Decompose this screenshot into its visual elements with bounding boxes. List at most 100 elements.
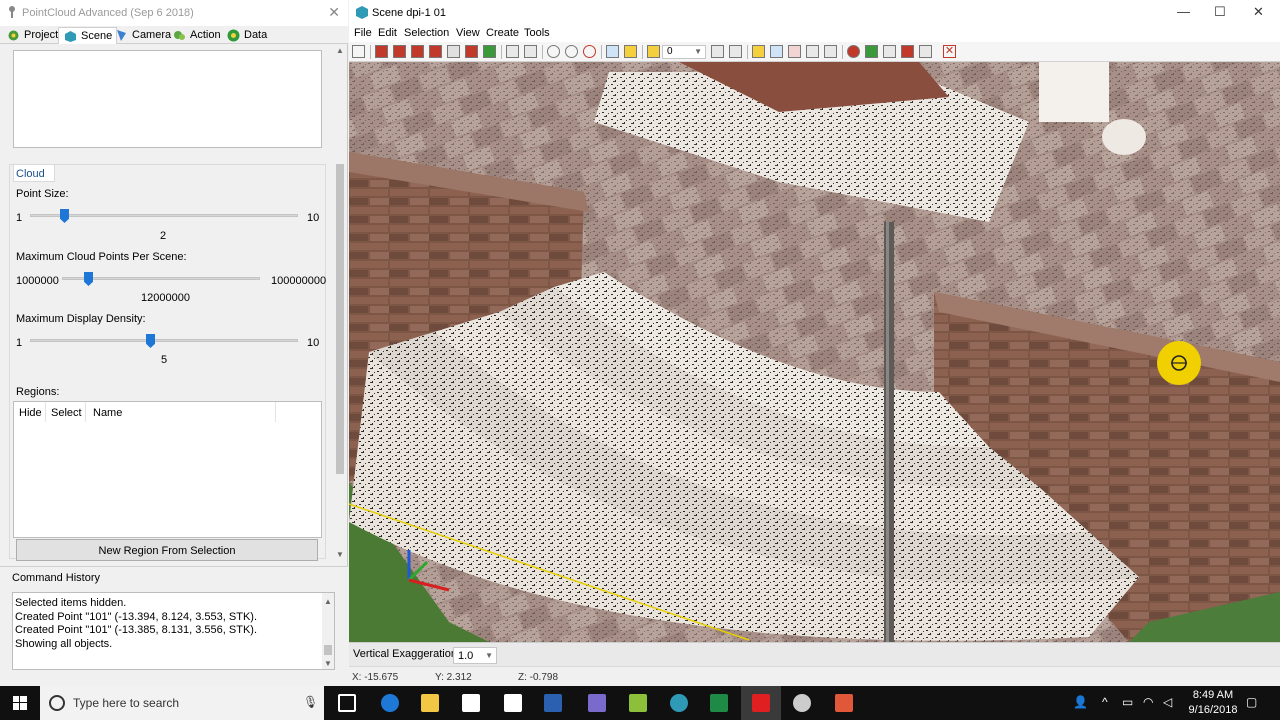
menu-file[interactable]: File <box>354 27 372 39</box>
command-history-label: Command History <box>12 572 101 584</box>
close-icon[interactable]: ✕ <box>943 45 956 58</box>
taskbar-search[interactable]: Type here to search 🎙 <box>40 686 324 720</box>
properties-icon[interactable] <box>752 45 765 58</box>
zoom-extents-icon[interactable] <box>583 45 596 58</box>
select-line-icon[interactable] <box>429 45 442 58</box>
hydrant-icon[interactable] <box>901 45 914 58</box>
column-select[interactable]: Select <box>51 407 82 419</box>
column-divider <box>85 402 86 422</box>
file-explorer-icon[interactable] <box>421 694 439 712</box>
minimize-button[interactable]: — <box>1177 4 1190 19</box>
toolbar-separator <box>747 45 748 59</box>
person-icon[interactable] <box>483 45 496 58</box>
battery-icon[interactable]: ▭ <box>1122 695 1133 709</box>
select-box-icon[interactable] <box>393 45 406 58</box>
notification-icon[interactable]: ▢ <box>1246 695 1257 709</box>
grid-icon[interactable] <box>711 45 724 58</box>
zoom-in-icon[interactable] <box>565 45 578 58</box>
command-history-scrollbar[interactable]: ▲ ▼ <box>322 593 334 669</box>
find-icon[interactable] <box>729 45 742 58</box>
view-front-icon[interactable] <box>624 45 637 58</box>
point-icon[interactable] <box>847 45 860 58</box>
scrollbar-thumb[interactable] <box>324 645 332 655</box>
max-density-value: 5 <box>161 354 168 366</box>
tab-data[interactable]: Data <box>222 27 271 44</box>
store-icon[interactable] <box>462 694 480 712</box>
contour-icon[interactable] <box>806 45 819 58</box>
app-icon <box>9 6 15 18</box>
package-icon[interactable] <box>629 694 647 712</box>
toolbar-separator <box>501 45 502 59</box>
max-points-min: 1000000 <box>16 275 59 287</box>
point-cloud-viewport[interactable] <box>349 62 1280 642</box>
menu-view[interactable]: View <box>456 27 480 39</box>
chevron-down-icon: ▼ <box>485 651 493 660</box>
tab-action[interactable]: Action <box>168 27 225 44</box>
line-icon[interactable] <box>824 45 837 58</box>
pen-app-icon[interactable] <box>588 694 606 712</box>
close-button[interactable]: ✕ <box>1253 4 1264 20</box>
delete-select-icon[interactable] <box>465 45 478 58</box>
regions-table[interactable]: Hide Select Name <box>13 401 322 538</box>
scroll-down-icon[interactable]: ▼ <box>324 657 332 668</box>
profile-icon[interactable] <box>788 45 801 58</box>
new-region-button[interactable]: New Region From Selection <box>16 539 318 561</box>
scroll-up-icon[interactable]: ▲ <box>336 46 344 56</box>
menu-edit[interactable]: Edit <box>378 27 397 39</box>
layout-icon[interactable] <box>352 45 365 58</box>
tree-icon[interactable] <box>865 45 878 58</box>
start-button[interactable] <box>0 686 40 720</box>
measure-icon[interactable] <box>447 45 460 58</box>
layer-combo[interactable]: 0 ▼ <box>662 45 706 59</box>
word-icon[interactable] <box>544 694 562 712</box>
close-button[interactable]: ✕ <box>328 4 340 21</box>
vertical-exaggeration-combo[interactable]: 1.0 ▼ <box>453 647 497 664</box>
scroll-up-icon[interactable]: ▲ <box>324 595 332 606</box>
tab-project[interactable]: Project <box>2 27 62 44</box>
search-app-icon[interactable] <box>670 694 688 712</box>
chevron-up-icon[interactable]: ^ <box>1102 695 1108 709</box>
pan-icon[interactable] <box>506 45 519 58</box>
scroll-down-icon[interactable]: ▼ <box>336 550 344 560</box>
history-line: Created Point "101" (-13.385, 8.131, 3.5… <box>15 624 258 636</box>
tab-scene[interactable]: Scene <box>58 27 118 44</box>
command-history-log[interactable]: Selected items hidden. Created Point "10… <box>12 592 335 670</box>
microphone-icon[interactable]: 🎙 <box>303 695 318 709</box>
pointcloud-app-icon[interactable] <box>793 694 811 712</box>
layers-icon[interactable] <box>647 45 660 58</box>
mail-icon[interactable] <box>504 694 522 712</box>
menu-tools[interactable]: Tools <box>524 27 550 39</box>
view-top-icon[interactable] <box>606 45 619 58</box>
maximize-button[interactable]: ☐ <box>1214 4 1226 20</box>
select-tool-icon[interactable] <box>375 45 388 58</box>
select-poly-icon[interactable] <box>411 45 424 58</box>
rotate-icon[interactable] <box>524 45 537 58</box>
clock-time[interactable]: 8:49 AM <box>1188 689 1238 701</box>
edge-icon[interactable] <box>381 694 399 712</box>
column-hide[interactable]: Hide <box>19 407 42 419</box>
tab-camera[interactable]: Camera <box>110 27 175 44</box>
people-icon[interactable]: 👤 <box>1073 695 1088 709</box>
max-density-label: Maximum Display Density: <box>16 313 146 325</box>
menu-selection[interactable]: Selection <box>404 27 449 39</box>
taskbar: Type here to search 🎙 👤 ^ ▭ ◠ ◁ 8:49 AM … <box>0 686 1280 720</box>
column-name[interactable]: Name <box>93 407 122 419</box>
clock-date[interactable]: 9/16/2018 <box>1184 704 1242 716</box>
section-icon[interactable] <box>770 45 783 58</box>
pole-icon[interactable] <box>883 45 896 58</box>
point-cloud-render[interactable] <box>349 62 1280 642</box>
zoom-icon[interactable] <box>547 45 560 58</box>
menu-bar: File Edit Selection View Create Tools <box>349 26 1280 42</box>
link-icon[interactable] <box>919 45 932 58</box>
volume-icon[interactable]: ◁ <box>1163 695 1172 709</box>
c-app-icon[interactable] <box>835 694 853 712</box>
wifi-icon[interactable]: ◠ <box>1143 695 1153 709</box>
excel-icon[interactable] <box>710 694 728 712</box>
scene-panel-scrollbar[interactable]: ▲ ▼ <box>334 44 346 564</box>
point-size-max: 10 <box>307 212 320 224</box>
scene-description-box[interactable] <box>13 50 322 148</box>
acrobat-icon[interactable] <box>752 694 770 712</box>
menu-create[interactable]: Create <box>486 27 519 39</box>
scrollbar-thumb[interactable] <box>336 164 344 474</box>
task-view-icon[interactable] <box>338 694 356 712</box>
